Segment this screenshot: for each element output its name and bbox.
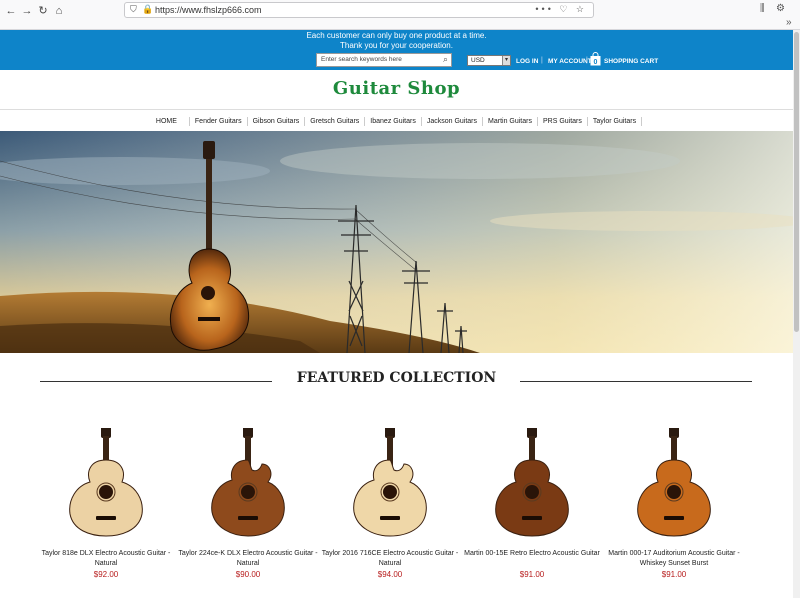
- product-name[interactable]: Taylor 818e DLX Electro Acoustic Guitar …: [36, 549, 176, 569]
- product-image[interactable]: [462, 428, 602, 540]
- divider: |: [541, 57, 543, 64]
- lock-icon[interactable]: 🔒: [142, 4, 153, 15]
- product-image[interactable]: [36, 428, 176, 540]
- back-icon[interactable]: ←: [4, 4, 18, 18]
- overflow-menu-icon[interactable]: »: [786, 17, 792, 28]
- scrollbar-thumb[interactable]: [794, 32, 799, 332]
- product-card[interactable]: Taylor 818e DLX Electro Acoustic Guitar …: [36, 428, 176, 579]
- featured-collection-title: FEATURED COLLECTION: [296, 370, 497, 386]
- notice-line-2: Thank you for your cooperation.: [340, 41, 453, 50]
- nav-item-ibanez[interactable]: Ibanez Guitars: [365, 116, 422, 126]
- product-price: $90.00: [235, 570, 261, 579]
- product-card[interactable]: Martin 000-17 Auditorium Acoustic Guitar…: [604, 428, 744, 579]
- search-input[interactable]: Enter search keywords here ⌕: [316, 53, 452, 67]
- product-name[interactable]: Taylor 224ce-K DLX Electro Acoustic Guit…: [178, 549, 318, 569]
- nav-item-martin[interactable]: Martin Guitars: [483, 116, 538, 126]
- nav-item-taylor[interactable]: Taylor Guitars: [588, 116, 643, 126]
- divider: |: [586, 57, 588, 64]
- page-actions-icon[interactable]: ••• ♡ ☆: [535, 4, 587, 15]
- reload-icon[interactable]: ↻: [36, 4, 50, 18]
- nav-item-gibson[interactable]: Gibson Guitars: [248, 116, 306, 126]
- chevron-down-icon[interactable]: ▾: [502, 56, 510, 65]
- category-nav: HOME Fender Guitars Gibson Guitars Grets…: [0, 111, 793, 131]
- nav-item-prs[interactable]: PRS Guitars: [538, 116, 588, 126]
- forward-icon[interactable]: →: [20, 4, 34, 18]
- sync-icon[interactable]: ⚙: [776, 3, 785, 14]
- product-price: $91.00: [519, 570, 545, 579]
- product-name[interactable]: Martin 00-15E Retro Electro Acoustic Gui…: [462, 549, 602, 559]
- nav-item-jackson[interactable]: Jackson Guitars: [422, 116, 484, 126]
- cart-count: 0: [594, 59, 598, 66]
- url-bar[interactable]: ⛉ 🔒 https://www.fhslzp666.com ••• ♡ ☆: [124, 2, 594, 18]
- search-placeholder: Enter search keywords here: [321, 56, 402, 63]
- shopping-cart-link[interactable]: SHOPPING CART: [604, 58, 658, 65]
- site-logo[interactable]: Guitar Shop: [0, 78, 793, 99]
- hero-image: [0, 131, 793, 353]
- product-price: $92.00: [93, 570, 119, 579]
- hero-banner[interactable]: [0, 131, 793, 353]
- url-text[interactable]: https://www.fhslzp666.com: [155, 5, 262, 15]
- product-image[interactable]: [178, 428, 318, 540]
- nav-item-home[interactable]: HOME: [151, 116, 190, 126]
- shopping-bag-icon[interactable]: 0: [590, 52, 601, 66]
- title-rule-right: [520, 381, 752, 382]
- library-icon[interactable]: ⫼: [760, 3, 765, 14]
- home-icon[interactable]: ⌂: [52, 4, 66, 18]
- product-price: $94.00: [377, 570, 403, 579]
- product-price: $91.00: [661, 570, 687, 579]
- product-name[interactable]: Taylor 2016 716CE Electro Acoustic Guita…: [320, 549, 460, 569]
- product-card[interactable]: Taylor 224ce-K DLX Electro Acoustic Guit…: [178, 428, 318, 579]
- product-name[interactable]: Martin 000-17 Auditorium Acoustic Guitar…: [604, 549, 744, 569]
- header-divider: [0, 109, 793, 110]
- nav-item-gretsch[interactable]: Gretsch Guitars: [305, 116, 366, 126]
- browser-toolbar: ← → ↻ ⌂ ⛉ 🔒 https://www.fhslzp666.com ••…: [0, 0, 800, 30]
- product-card[interactable]: Taylor 2016 716CE Electro Acoustic Guita…: [320, 428, 460, 579]
- product-card[interactable]: Martin 00-15E Retro Electro Acoustic Gui…: [462, 428, 602, 579]
- product-image[interactable]: [320, 428, 460, 540]
- shield-icon[interactable]: ⛉: [130, 4, 137, 15]
- top-bar: Each customer can only buy one product a…: [0, 30, 793, 70]
- nav-item-fender[interactable]: Fender Guitars: [190, 116, 248, 126]
- product-image[interactable]: [604, 428, 744, 540]
- currency-value: USD: [471, 57, 485, 64]
- login-link[interactable]: LOG IN: [516, 58, 538, 65]
- search-icon[interactable]: ⌕: [443, 54, 448, 65]
- notice-line-1: Each customer can only buy one product a…: [306, 31, 487, 40]
- currency-select[interactable]: USD ▾: [467, 55, 511, 66]
